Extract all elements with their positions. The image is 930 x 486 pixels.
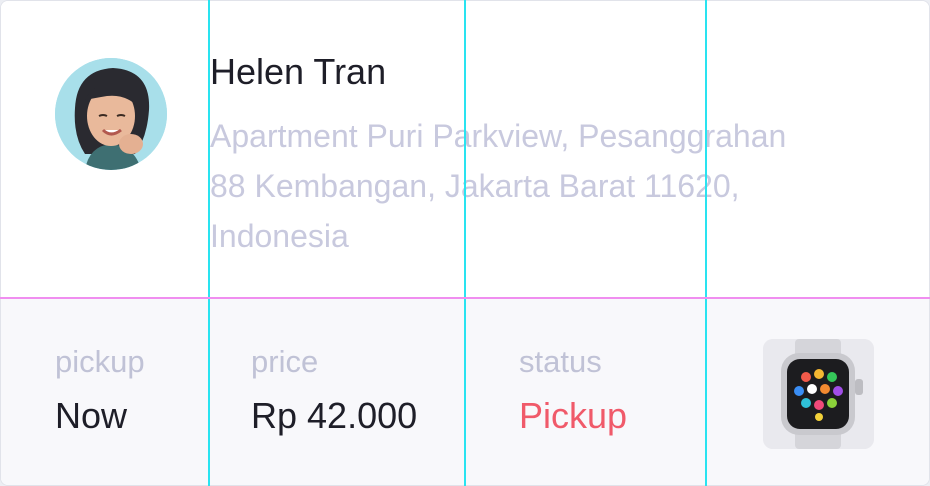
layout-guide-vertical: [705, 0, 707, 486]
pickup-label: pickup: [55, 344, 145, 379]
layout-guide-horizontal: [0, 297, 930, 299]
pickup-value: Now: [55, 395, 128, 436]
address-line: Indonesia: [210, 218, 349, 254]
avatar: [55, 58, 167, 170]
customer-address: Apartment Puri Parkview, Pesanggrahan 88…: [210, 111, 900, 261]
address-line: Apartment Puri Parkview, Pesanggrahan: [210, 118, 787, 154]
smartwatch-icon: [763, 339, 874, 449]
price-value: Rp 42.000: [251, 395, 418, 436]
status-label: status: [519, 344, 602, 379]
price-label: price: [251, 344, 319, 379]
address-line: 88 Kembangan, Jakarta Barat 11620,: [210, 168, 740, 204]
layout-guide-vertical: [208, 0, 210, 486]
status-value: Pickup: [519, 395, 628, 436]
customer-name: Helen Tran: [210, 51, 387, 92]
product-thumbnail[interactable]: [763, 339, 874, 449]
layout-guide-vertical: [464, 0, 466, 486]
